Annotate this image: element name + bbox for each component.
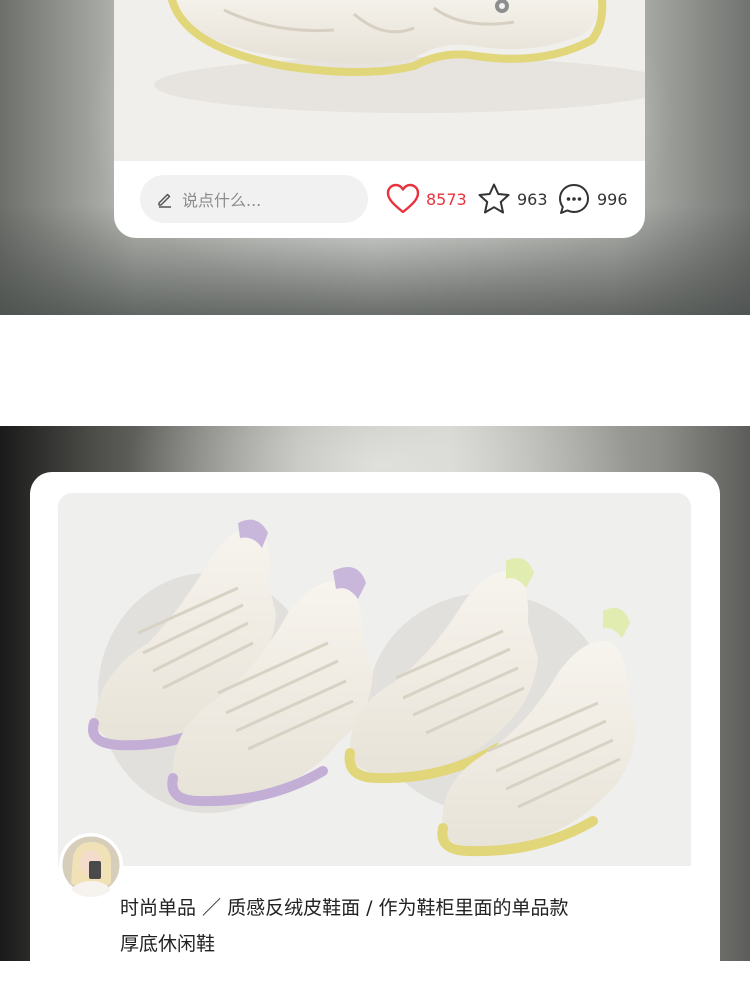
comment-count: 996 (597, 189, 628, 209)
post-action-bar: 说点什么... 8573 963 996 (114, 161, 645, 238)
like-count: 8573 (426, 189, 467, 209)
comment-button[interactable]: 996 (557, 181, 628, 217)
caption-line-2: 厚底休闲鞋 (120, 933, 216, 955)
bottom-post-card: 时尚单品 ／ 质感反绒皮鞋面 / 作为鞋柜里面的单品款 厚底休闲鞋 (30, 472, 720, 992)
favorite-count: 963 (517, 189, 548, 209)
sneaker-sole-image (154, 0, 645, 113)
favorite-button[interactable]: 963 (477, 181, 548, 217)
comment-input[interactable]: 说点什么... (140, 175, 368, 223)
top-post-card: 说点什么... 8573 963 996 (114, 0, 645, 238)
comment-placeholder: 说点什么... (182, 191, 262, 210)
bottom-post-photo[interactable] (58, 493, 691, 866)
sneakers-product-image (88, 519, 636, 857)
avatar-image (59, 833, 123, 897)
top-post-photo[interactable] (114, 0, 645, 161)
post-caption: 时尚单品 ／ 质感反绒皮鞋面 / 作为鞋柜里面的单品款 厚底休闲鞋 (120, 890, 680, 962)
caption-line-1: 时尚单品 ／ 质感反绒皮鞋面 / 作为鞋柜里面的单品款 (120, 897, 569, 919)
chat-bubble-icon (559, 184, 589, 214)
heart-icon (386, 183, 420, 214)
author-avatar[interactable] (59, 833, 123, 897)
edit-pen-icon (158, 193, 171, 208)
like-button[interactable]: 8573 (386, 181, 467, 217)
star-icon (478, 183, 510, 214)
